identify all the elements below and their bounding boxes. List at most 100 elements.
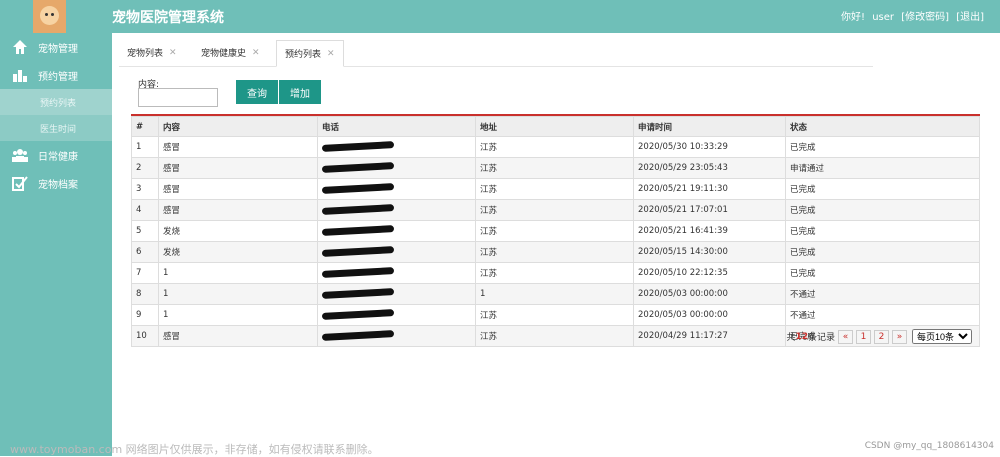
sidebar-subitem-doctor-time[interactable]: 医生时间: [0, 115, 112, 141]
page-1-button[interactable]: 1: [856, 329, 871, 344]
column-header: 地址: [475, 116, 634, 137]
status-cell: 已完成: [785, 199, 980, 221]
address-cell: 江苏: [475, 178, 634, 200]
row-number-cell: 8: [131, 283, 159, 305]
prev-page-button[interactable]: «: [838, 329, 853, 344]
content-search-input[interactable]: [138, 88, 218, 107]
phone-cell: [317, 283, 476, 305]
phone-cell: [317, 157, 476, 179]
column-header: 内容: [158, 116, 318, 137]
address-cell: 江苏: [475, 199, 634, 221]
tab-label: 预约列表: [285, 50, 322, 60]
tab-label: 宠物健康史: [201, 49, 247, 59]
sidebar-item-label: 宠物管理: [38, 43, 78, 55]
change-password-link[interactable]: [修改密码]: [901, 12, 949, 23]
phone-cell: [317, 262, 476, 284]
sidebar-item-label: 日常健康: [38, 151, 78, 163]
row-number-cell: 5: [131, 220, 159, 242]
logout-link[interactable]: [退出]: [956, 12, 984, 23]
phone-cell: [317, 199, 476, 221]
content-cell: 感冒: [158, 178, 318, 200]
tab-pet-list[interactable]: 宠物列表 ✕: [127, 40, 177, 65]
content-cell: 1: [158, 262, 318, 284]
sidebar-item-pet-records[interactable]: 宠物档案: [0, 169, 112, 197]
table-row: 9 1 江苏 2020/05/03 00:00:00 不通过: [131, 304, 980, 326]
time-cell: 2020/05/03 00:00:00: [633, 304, 786, 326]
address-cell: 江苏: [475, 157, 634, 179]
appointment-table: # 内容 电话 地址 申请时间 状态 1 感冒 江苏 2020/05/30 10:33…: [131, 114, 980, 347]
redaction-mark: [321, 204, 395, 215]
phone-cell: [317, 304, 476, 326]
chart-icon: [12, 67, 28, 83]
close-icon[interactable]: ✕: [252, 48, 260, 58]
sidebar: 宠物管理 预约管理 预约列表 医生时间 日常健康 宠物档案: [0, 33, 112, 456]
table-row: 4 感冒 江苏 2020/05/21 17:07:01 已完成: [131, 199, 980, 221]
username-text: user: [872, 12, 894, 23]
row-number-cell: 6: [131, 241, 159, 263]
redaction-mark: [321, 246, 395, 257]
page-size-select[interactable]: 每页10条: [912, 329, 972, 344]
column-header: #: [131, 116, 159, 137]
content-cell: 1: [158, 304, 318, 326]
address-cell: 江苏: [475, 325, 634, 347]
redaction-mark: [321, 162, 395, 173]
content-cell: 感冒: [158, 325, 318, 347]
address-cell: 江苏: [475, 136, 634, 158]
phone-cell: [317, 325, 476, 347]
address-cell: 江苏: [475, 220, 634, 242]
sidebar-item-pet-management[interactable]: 宠物管理: [0, 33, 112, 61]
sidebar-item-appointment-management[interactable]: 预约管理: [0, 61, 112, 89]
status-cell: 不通过: [785, 283, 980, 305]
query-button[interactable]: 查询: [236, 80, 278, 104]
tab-label: 宠物列表: [127, 49, 164, 59]
time-cell: 2020/04/29 11:17:27: [633, 325, 786, 347]
table-row: 7 1 江苏 2020/05/10 22:12:35 已完成: [131, 262, 980, 284]
sidebar-item-label: 预约管理: [38, 71, 78, 83]
tab-appointment-list[interactable]: 预约列表 ✕: [276, 40, 344, 67]
column-header: 状态: [785, 116, 980, 137]
content-cell: 发烧: [158, 241, 318, 263]
tab-bar: 宠物列表 ✕ 宠物健康史 ✕ 预约列表 ✕: [119, 40, 873, 67]
time-cell: 2020/05/03 00:00:00: [633, 283, 786, 305]
tab-pet-health-history[interactable]: 宠物健康史 ✕: [201, 40, 260, 65]
row-number-cell: 7: [131, 262, 159, 284]
sidebar-item-daily-health[interactable]: 日常健康: [0, 141, 112, 169]
close-icon[interactable]: ✕: [327, 49, 335, 59]
content-cell: 感冒: [158, 199, 318, 221]
sidebar-subitem-appointment-list[interactable]: 预约列表: [0, 89, 112, 115]
total-suffix: 条记录: [807, 333, 835, 343]
time-cell: 2020/05/21 19:11:30: [633, 178, 786, 200]
table-row: 1 感冒 江苏 2020/05/30 10:33:29 已完成: [131, 136, 980, 158]
time-cell: 2020/05/30 10:33:29: [633, 136, 786, 158]
redaction-mark: [321, 141, 395, 152]
address-cell: 1: [475, 283, 634, 305]
table-row: 8 1 1 2020/05/03 00:00:00 不通过: [131, 283, 980, 305]
content-cell: 感冒: [158, 157, 318, 179]
table-row: 5 发烧 江苏 2020/05/21 16:41:39 已完成: [131, 220, 980, 242]
page-2-button[interactable]: 2: [874, 329, 889, 344]
content-cell: 1: [158, 283, 318, 305]
people-icon: [12, 147, 28, 163]
content-cell: 感冒: [158, 136, 318, 158]
status-cell: 已完成: [785, 178, 980, 200]
add-button[interactable]: 增加: [279, 80, 321, 104]
address-cell: 江苏: [475, 241, 634, 263]
close-icon[interactable]: ✕: [169, 48, 177, 58]
sidebar-item-label: 宠物档案: [38, 179, 78, 191]
redaction-mark: [321, 225, 395, 236]
time-cell: 2020/05/15 14:30:00: [633, 241, 786, 263]
row-number-cell: 3: [131, 178, 159, 200]
total-count: 12: [795, 331, 808, 342]
status-cell: 已完成: [785, 220, 980, 242]
phone-cell: [317, 178, 476, 200]
next-page-button[interactable]: »: [892, 329, 907, 344]
top-header: 宠物医院管理系统 你好! user [修改密码] [退出]: [0, 0, 1000, 33]
pet-avatar-logo: [33, 0, 66, 33]
redaction-mark: [321, 267, 395, 278]
redaction-mark: [321, 183, 395, 194]
row-number-cell: 10: [131, 325, 159, 347]
column-header: 申请时间: [633, 116, 786, 137]
phone-cell: [317, 136, 476, 158]
table-header-row: # 内容 电话 地址 申请时间 状态: [131, 116, 980, 137]
content-cell: 发烧: [158, 220, 318, 242]
